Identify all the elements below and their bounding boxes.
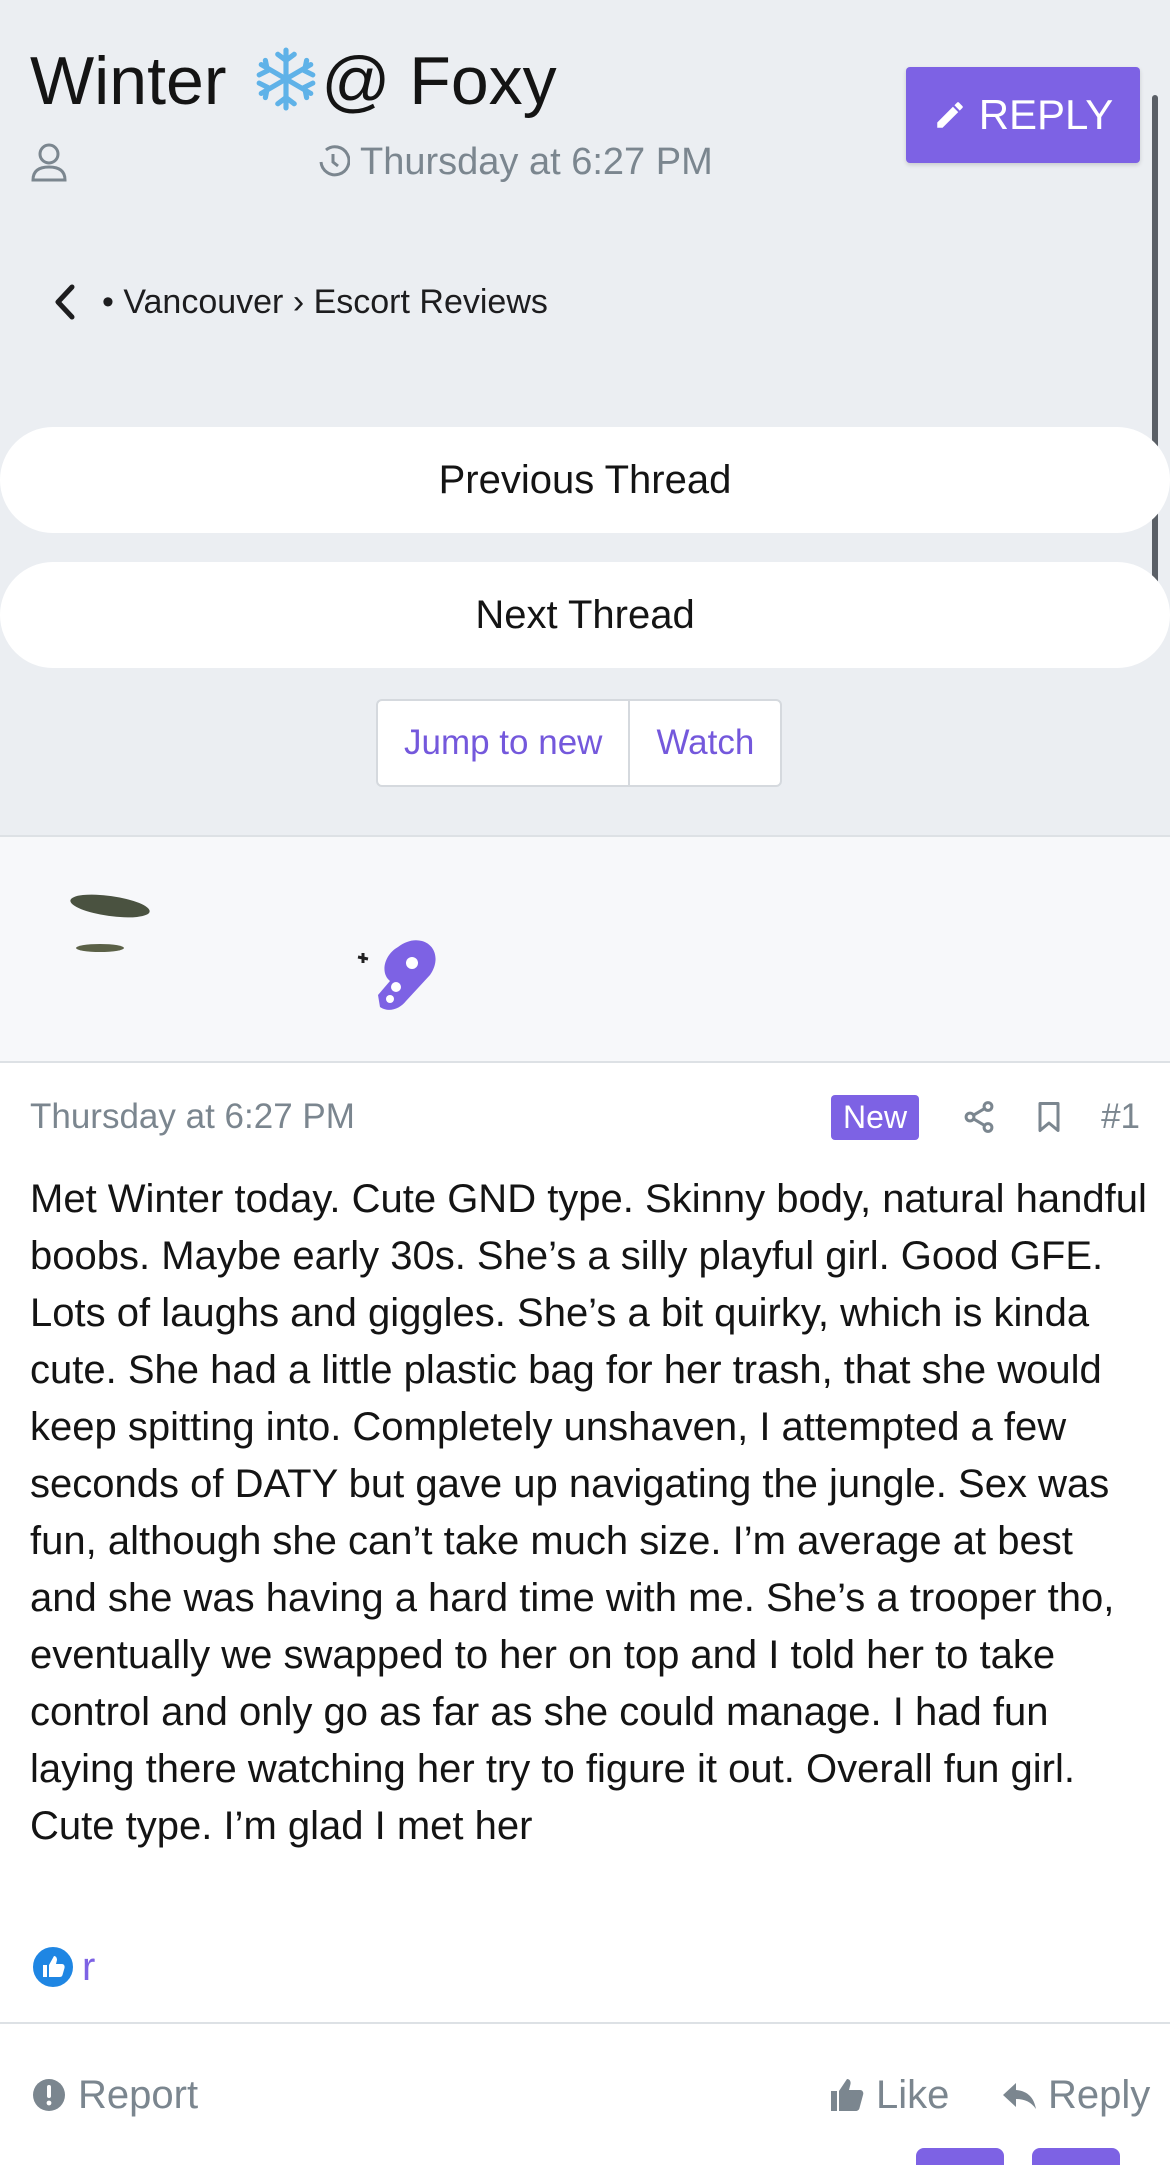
reply-post-button[interactable]: Reply	[1000, 2070, 1150, 2120]
bottom-toolbar-button[interactable]	[1032, 2148, 1120, 2165]
previous-thread-label: Previous Thread	[438, 457, 732, 502]
chevron-left-icon[interactable]	[50, 283, 80, 321]
scrollbar[interactable]	[1152, 95, 1158, 640]
rocket-badge-icon	[357, 940, 436, 1010]
reaction-user[interactable]: r	[82, 1945, 95, 1990]
reply-arrow-icon	[1003, 2083, 1036, 2109]
report-label: Report	[78, 2072, 199, 2117]
post-body: Met Winter today. Cute GND type. Skinny …	[30, 1177, 1147, 1848]
post-number[interactable]: #1	[1101, 1097, 1140, 1137]
like-label: Like	[876, 2072, 950, 2117]
post-author-block	[0, 835, 1170, 1063]
bottom-toolbar-button[interactable]	[916, 2148, 1004, 2165]
next-thread-label: Next Thread	[475, 592, 695, 637]
reply-post-label: Reply	[1048, 2072, 1151, 2117]
breadcrumb-path[interactable]: • Vancouver › Escort Reviews	[102, 283, 548, 322]
thread-timestamp: Thursday at 6:27 PM	[360, 140, 713, 183]
share-icon[interactable]	[961, 1099, 997, 1135]
watch-button[interactable]: Watch	[628, 701, 780, 785]
divider	[0, 2022, 1170, 2024]
thumbs-up-reaction-icon	[31, 1945, 75, 1989]
author-name-redacted[interactable]	[200, 867, 580, 927]
pencil-icon	[936, 102, 963, 128]
title-part-2: @ Foxy	[321, 43, 557, 119]
jump-to-new-button[interactable]: Jump to new	[378, 701, 628, 785]
alert-icon	[33, 2079, 65, 2111]
thread-actions: Jump to new Watch	[376, 699, 783, 787]
thread-meta: Thursday at 6:27 PM	[30, 140, 713, 184]
reactions-bar[interactable]: r	[30, 1944, 95, 1990]
bookmark-icon[interactable]	[1031, 1099, 1067, 1135]
thumbs-up-icon	[831, 2079, 864, 2111]
post-meta-row: Thursday at 6:27 PM New #1	[30, 1092, 1140, 1142]
previous-thread-button[interactable]: Previous Thread	[0, 427, 1170, 533]
breadcrumb[interactable]: • Vancouver › Escort Reviews	[50, 280, 548, 324]
avatar[interactable]	[55, 864, 175, 1014]
reply-button[interactable]: REPLY	[906, 67, 1140, 163]
new-badge: New	[831, 1094, 920, 1140]
next-thread-button[interactable]: Next Thread	[0, 562, 1170, 668]
reply-button-label: REPLY	[978, 91, 1114, 138]
thread-title: Winter @ Foxy	[30, 42, 557, 120]
thread-header: Winter @ Foxy Thursday at 6:27 PM REPLY …	[0, 0, 1170, 835]
snowflake-icon	[256, 47, 316, 111]
like-button[interactable]: Like	[828, 2070, 949, 2120]
title-part-1: Winter	[30, 43, 246, 119]
user-icon	[31, 143, 67, 182]
post-meta-actions: New #1	[831, 1094, 1140, 1140]
report-button[interactable]: Report	[30, 2070, 198, 2120]
author-name-redacted[interactable]	[92, 145, 292, 179]
post-date[interactable]: Thursday at 6:27 PM	[30, 1097, 355, 1137]
clock-icon	[319, 145, 350, 177]
